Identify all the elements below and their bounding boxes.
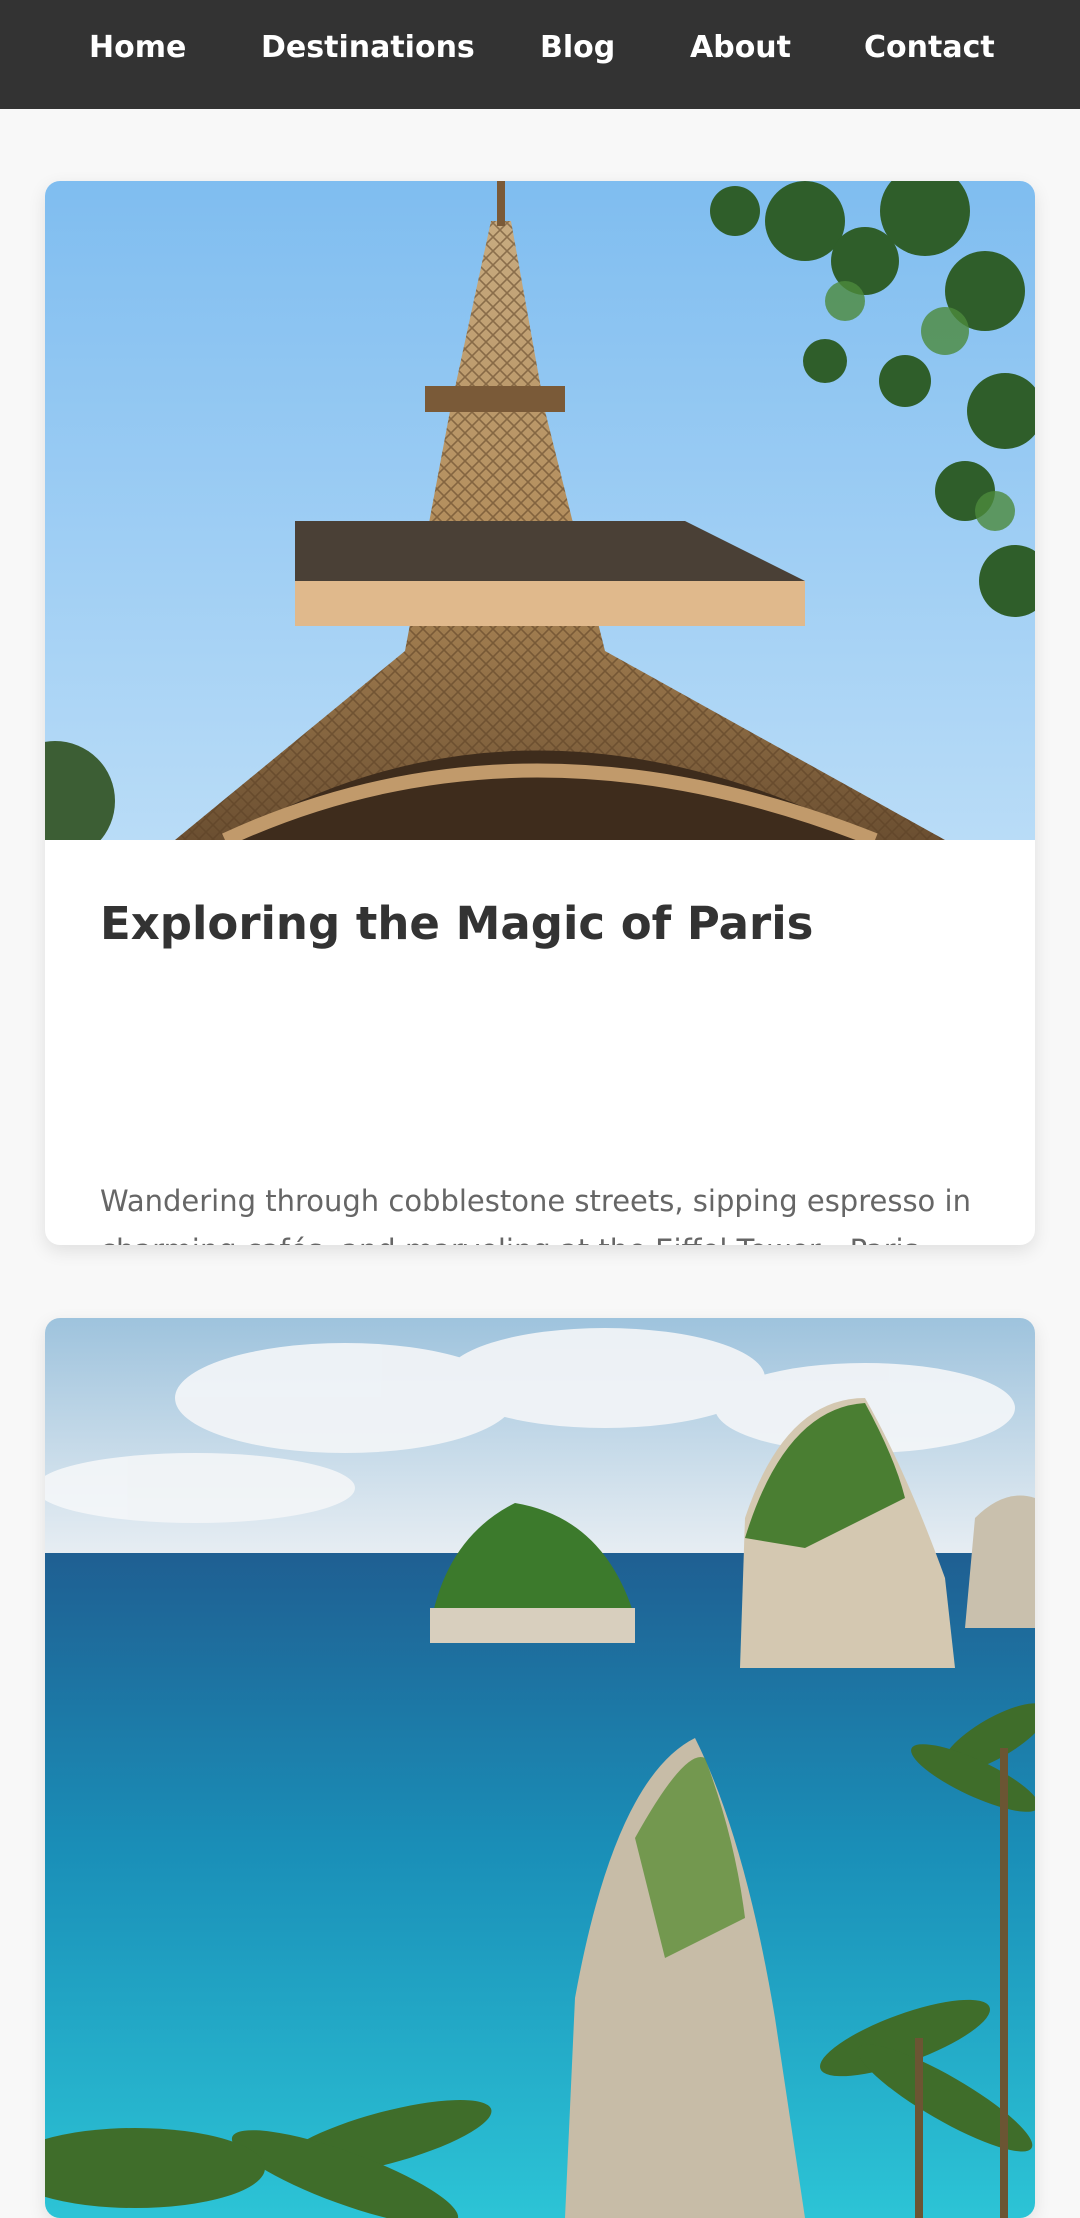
blog-post-card[interactable] [45,1318,1035,2218]
eiffel-tower-photo[interactable] [45,181,1035,840]
post-title[interactable]: Exploring the Magic of Paris [100,894,980,954]
nav-link-destinations[interactable]: Destinations [261,26,475,70]
blog-post-card[interactable]: Exploring the Magic of Paris Wandering t… [45,181,1035,1245]
top-navbar: Home Destinations Blog About Contact [0,0,1080,109]
nav-link-about[interactable]: About [690,26,791,70]
nav-link-blog[interactable]: Blog [540,26,615,70]
post-excerpt: Wandering through cobblestone streets, s… [100,1184,971,1245]
tropical-coast-photo[interactable] [45,1318,1035,2218]
nav-link-home[interactable]: Home [89,26,186,70]
nav-link-contact[interactable]: Contact [864,26,995,70]
